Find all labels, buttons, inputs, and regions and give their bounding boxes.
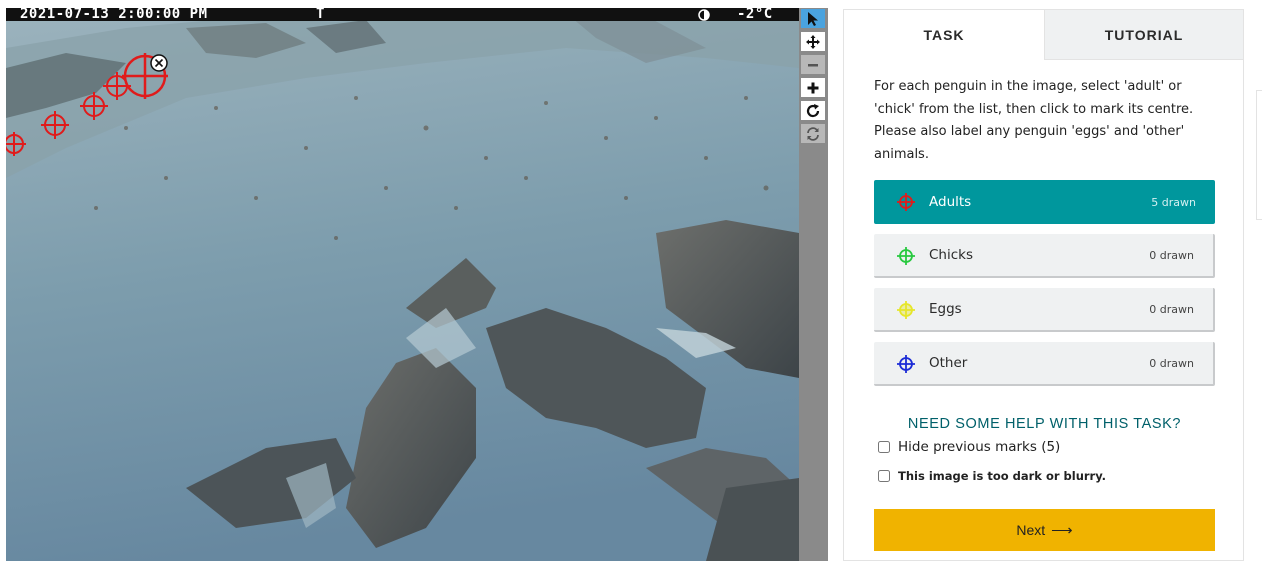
tool-eggs-label: Eggs [929, 301, 962, 317]
panel-tabs: TASK TUTORIAL [844, 10, 1243, 60]
side-card-edge [1256, 90, 1262, 220]
cursor-arrow-icon [808, 11, 818, 26]
next-button[interactable]: Next ⟶ [874, 509, 1215, 551]
pointer-tool[interactable] [801, 9, 825, 28]
task-instructions: For each penguin in the image, select 'a… [874, 79, 1194, 162]
too-dark-label: This image is too dark or blurry. [898, 469, 1107, 483]
too-dark-checkbox[interactable] [878, 470, 890, 482]
tool-adults-label: Adults [929, 194, 972, 210]
help-link[interactable]: NEED SOME HELP WITH THIS TASK? [874, 416, 1215, 432]
reset-icon [807, 126, 819, 141]
arrow-right-icon: ⟶ [1051, 522, 1073, 539]
adult-mark[interactable] [80, 92, 108, 120]
minus-icon [808, 63, 818, 66]
move-arrows-icon [806, 34, 820, 49]
subject-image-viewer[interactable]: 2021-07-13 2:00:00 PM T -2°C [6, 8, 799, 561]
hide-marks-option[interactable]: Hide previous marks (5) [878, 439, 1060, 455]
adult-mark[interactable] [6, 132, 26, 156]
tab-task[interactable]: TASK [844, 10, 1044, 60]
chick-crosshair-icon [897, 247, 915, 265]
adult-mark[interactable] [41, 111, 69, 139]
image-toolbar [799, 8, 828, 561]
tool-chicks-label: Chicks [929, 247, 974, 263]
tool-other-count: 0 drawn [1149, 356, 1194, 370]
task-panel: TASK TUTORIAL For each penguin in the im… [843, 9, 1244, 561]
marks-layer [6, 53, 168, 156]
too-dark-option[interactable]: This image is too dark or blurry. [878, 469, 1106, 483]
plus-icon [807, 82, 819, 93]
adult-crosshair-icon [897, 193, 915, 211]
egg-crosshair-icon [897, 301, 915, 319]
tool-other-label: Other [929, 355, 968, 371]
other-crosshair-icon [897, 355, 915, 373]
tool-chicks[interactable]: Chicks 0 drawn [874, 234, 1215, 278]
rotate-icon [806, 103, 820, 117]
tool-other[interactable]: Other 0 drawn [874, 342, 1215, 386]
tool-adults[interactable]: Adults 5 drawn [874, 180, 1215, 224]
tool-adults-count: 5 drawn [1151, 195, 1196, 209]
rotate-tool[interactable] [801, 101, 825, 120]
reset-tool[interactable] [801, 124, 825, 143]
move-tool[interactable] [801, 32, 825, 51]
tool-eggs-count: 0 drawn [1149, 302, 1194, 316]
next-button-label: Next [1016, 522, 1046, 538]
zoom-in-tool[interactable] [801, 78, 825, 97]
close-circle-icon[interactable] [150, 54, 168, 72]
tab-tutorial[interactable]: TUTORIAL [1044, 10, 1243, 60]
tool-chicks-count: 0 drawn [1149, 248, 1194, 262]
tool-eggs[interactable]: Eggs 0 drawn [874, 288, 1215, 332]
hide-marks-checkbox[interactable] [878, 441, 890, 453]
hide-marks-label: Hide previous marks (5) [898, 439, 1061, 455]
zoom-out-tool[interactable] [801, 55, 825, 74]
